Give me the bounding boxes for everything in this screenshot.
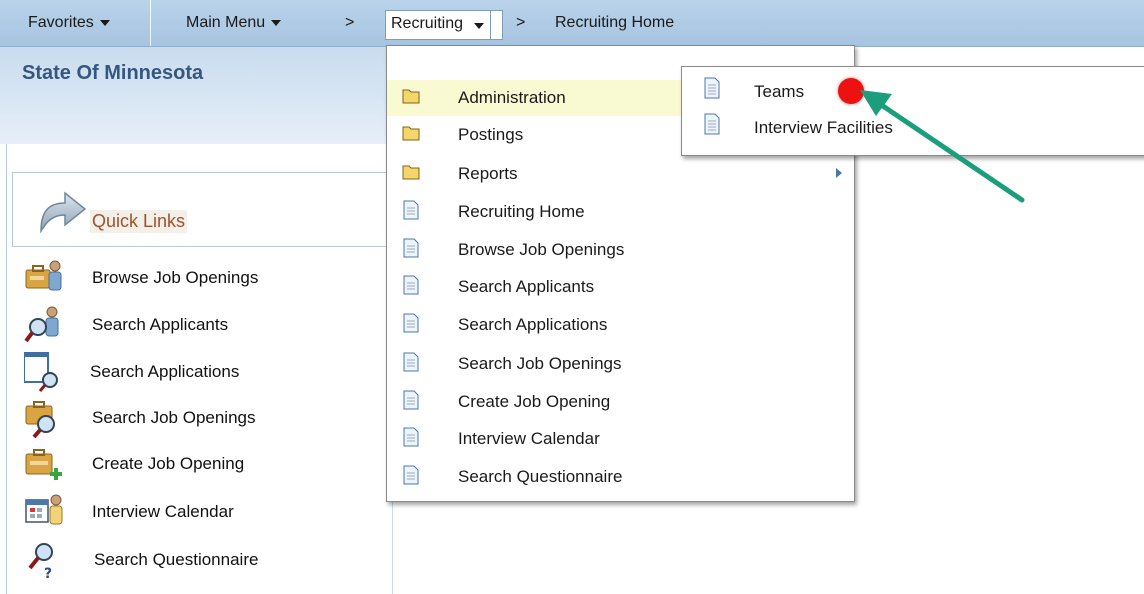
quick-link-search-applicants[interactable]: Search Applicants [0,305,392,345]
quick-link-interview-calendar[interactable]: Interview Calendar [0,492,392,532]
curved-arrow-icon [40,191,87,233]
chevron-down-icon [474,23,484,29]
folder-icon [402,126,420,141]
menu-item-label: Create Job Opening [458,392,611,411]
nav-divider [150,0,151,46]
page-icon [403,465,419,485]
menu-item-search-questionnaire[interactable]: Search Questionnaire [387,459,854,495]
menu-item-search-job-openings[interactable]: Search Job Openings [387,346,854,382]
main-menu-label: Main Menu [186,14,266,31]
menu-item-label: Interview Calendar [458,429,600,448]
page-icon [704,77,720,99]
menu-item-label: Recruiting Home [458,202,585,221]
page-icon [403,427,419,447]
menu-item-label: Browse Job Openings [458,240,625,259]
page-icon [403,200,419,220]
page-icon [403,313,419,333]
quick-link-create-job-opening[interactable]: Create Job Opening [0,444,392,484]
menu-item-browse-job-openings[interactable]: Browse Job Openings [387,232,854,268]
menu-item-label: Search Applicants [458,277,595,296]
quick-links-header [12,172,393,247]
menu-item-label: Postings [458,125,524,144]
menu-item-label: Search Questionnaire [458,467,623,486]
quick-link-label: Browse Job Openings [92,268,259,287]
briefcase-search-icon [25,401,55,438]
document-search-icon [24,352,58,392]
menu-item-create-job-opening[interactable]: Create Job Opening [387,384,854,420]
quick-link-label: Search Job Openings [92,408,256,427]
menu-item-label: Administration [458,88,566,107]
menu-item-label: Reports [458,164,518,183]
quick-link-label: Search Questionnaire [94,550,259,569]
page-icon [403,275,419,295]
quick-link-search-applications[interactable]: Search Applications [0,352,392,392]
quick-link-label: Create Job Opening [92,454,245,473]
page-icon [403,352,419,372]
breadcrumb-separator: > [516,14,526,31]
page-icon [704,113,720,135]
quick-link-label: Search Applicants [92,315,229,334]
submenu-item-label: Teams [754,82,805,101]
menu-item-recruiting-home[interactable]: Recruiting Home [387,194,854,230]
favorites-menu[interactable]: Favorites [28,0,110,46]
main-menu[interactable]: Main Menu [186,0,282,46]
svg-text:?: ? [44,566,52,580]
quick-link-search-questionnaire[interactable]: ? Search Questionnaire [0,540,392,580]
menu-item-search-applicants[interactable]: Search Applicants [387,269,854,305]
quick-link-label: Interview Calendar [92,502,234,521]
questionnaire-search-icon: ? [28,543,53,580]
folder-icon [402,165,420,180]
page-icon [403,238,419,258]
person-search-icon [24,306,59,343]
breadcrumb-separator: > [345,14,355,31]
quick-links-title: Quick Links [90,210,188,233]
annotation-arrow-icon [860,90,1025,203]
menu-item-reports[interactable]: Reports [387,156,854,192]
chevron-down-icon [271,19,282,26]
chevron-down-icon [99,19,110,26]
recruiting-label: Recruiting [391,15,464,32]
menu-item-label: Search Job Openings [458,354,622,373]
menu-item-interview-calendar[interactable]: Interview Calendar [387,421,854,457]
menu-item-label: Search Applications [458,315,608,334]
quick-link-search-job-openings[interactable]: Search Job Openings [0,398,392,438]
nav-divider [490,11,491,39]
quick-link-label: Search Applications [90,362,240,381]
quick-link-browse-job-openings[interactable]: Browse Job Openings [0,258,392,298]
favorites-label: Favorites [28,14,94,31]
menu-item-search-applications[interactable]: Search Applications [387,307,854,343]
calendar-person-icon [25,494,63,525]
briefcase-person-icon [25,260,62,291]
breadcrumb-current[interactable]: Recruiting Home [555,0,674,46]
recruiting-menu[interactable]: Recruiting [385,10,503,40]
page-title: State Of Minnesota [22,62,204,84]
page-icon [403,390,419,410]
briefcase-add-icon [25,449,62,480]
top-navigation-bar: Favorites Main Menu > Recruiting > Recru… [0,0,1144,47]
folder-icon [402,89,420,104]
